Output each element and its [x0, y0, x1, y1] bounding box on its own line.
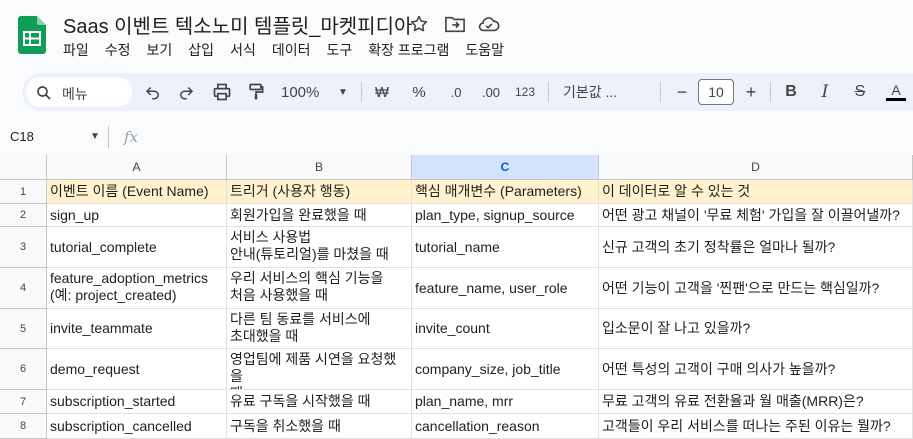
fx-icon: fx	[124, 128, 139, 146]
increase-decimal-button[interactable]: .00	[478, 81, 504, 103]
formula-input[interactable]	[150, 126, 890, 148]
cell-a[interactable]: sign_up	[47, 204, 227, 227]
cell-a[interactable]: invite_teammate	[47, 309, 227, 349]
cell-b[interactable]: 서비스 사용법 안내(튜토리얼)를 마쳤을 때	[227, 227, 412, 268]
currency-button[interactable]: ₩	[372, 81, 392, 103]
cell-d[interactable]: 어떤 광고 채널이 '무료 체험' 가입을 잘 이끌어낼까?	[599, 204, 913, 227]
column-header-d[interactable]: D	[599, 155, 913, 180]
decrease-decimal-label: .0	[450, 84, 462, 100]
cell-b[interactable]: 회원가입을 완료했을 때	[227, 204, 412, 227]
menu-format[interactable]: 서식	[230, 40, 256, 60]
cell-b[interactable]: 다른 팀 동료를 서비스에 초대했을 때	[227, 309, 412, 349]
menu-insert[interactable]: 삽입	[188, 40, 214, 60]
row-header[interactable]: 1	[0, 180, 47, 204]
row-header[interactable]: 2	[0, 204, 47, 227]
name-box[interactable]: C18	[10, 129, 34, 144]
toolbar-divider	[660, 82, 661, 102]
font-size-increase-icon[interactable]: +	[741, 81, 761, 103]
menu-edit[interactable]: 수정	[105, 40, 131, 60]
zoom-select[interactable]: 100%	[281, 81, 331, 103]
strikethrough-button[interactable]: S	[850, 81, 870, 103]
row-header[interactable]: 4	[0, 268, 47, 309]
print-icon[interactable]	[210, 81, 234, 103]
bold-button[interactable]: B	[781, 81, 801, 103]
cell-a[interactable]: subscription_cancelled	[47, 414, 227, 439]
text-color-swatch	[886, 98, 906, 101]
move-folder-icon[interactable]	[444, 14, 466, 36]
header-cell-a[interactable]: 이벤트 이름 (Event Name)	[47, 180, 227, 204]
cell-a[interactable]: demo_request	[47, 349, 227, 390]
cell-c[interactable]: plan_name, mrr	[412, 390, 599, 414]
menu-view[interactable]: 보기	[147, 40, 173, 60]
cell-b[interactable]: 우리 서비스의 핵심 기능을 처음 사용했을 때	[227, 268, 412, 309]
cell-d[interactable]: 어떤 기능이 고객을 '찐팬'으로 만드는 핵심일까?	[599, 268, 913, 309]
cell-a[interactable]: feature_adoption_metrics (예: project_cre…	[47, 268, 227, 309]
header-cell-c[interactable]: 핵심 매개변수 (Parameters)	[412, 180, 599, 204]
cell-d[interactable]: 어떤 특성의 고객이 구매 의사가 높을까?	[599, 349, 913, 390]
column-header-c[interactable]: C	[412, 155, 599, 180]
cell-d[interactable]: 고객들이 우리 서비스를 떠나는 주된 이유는 뭘까?	[599, 414, 913, 439]
text-color-label: A	[891, 82, 901, 98]
menu-data[interactable]: 데이터	[272, 40, 311, 60]
toolbar-divider	[548, 82, 549, 102]
increase-decimal-label: .00	[481, 84, 501, 100]
name-box-caret-icon[interactable]: ▼	[90, 131, 100, 142]
star-icon[interactable]	[409, 14, 431, 36]
toolbar-divider	[770, 82, 771, 102]
italic-button[interactable]: I	[815, 81, 835, 103]
cell-c[interactable]: tutorial_name	[412, 227, 599, 268]
redo-icon[interactable]	[175, 81, 197, 103]
cell-a[interactable]: tutorial_complete	[47, 227, 227, 268]
font-select[interactable]: 기본값 ...	[563, 81, 653, 103]
toolbar-divider	[361, 82, 362, 102]
paint-format-icon[interactable]	[244, 81, 268, 103]
header-cell-b[interactable]: 트리거 (사용자 행동)	[227, 180, 412, 204]
cell-c[interactable]: plan_type, signup_source	[412, 204, 599, 227]
decrease-decimal-button[interactable]: .0	[443, 81, 469, 103]
percent-button[interactable]: %	[409, 81, 429, 103]
row-header[interactable]: 8	[0, 414, 47, 439]
document-title[interactable]: Saas 이벤트 텍소노미 템플릿_마켓피디아	[63, 10, 412, 39]
cell-c[interactable]: cancellation_reason	[412, 414, 599, 439]
number-format-button[interactable]: 123	[512, 81, 538, 103]
cell-a[interactable]: subscription_started	[47, 390, 227, 414]
zoom-value: 100%	[281, 83, 320, 101]
cell-c[interactable]: company_size, job_title	[412, 349, 599, 390]
text-color-button[interactable]: A	[885, 81, 907, 103]
cell-b[interactable]: 영업팀에 제품 시연을 요청했을 때	[227, 349, 412, 390]
cell-d[interactable]: 신규 고객의 초기 정착률은 얼마나 될까?	[599, 227, 913, 268]
menu-bar: 파일 수정 보기 삽입 서식 데이터 도구 확장 프로그램 도움말	[63, 40, 520, 60]
menu-search-label: 메뉴	[62, 86, 88, 102]
font-size-decrease-icon[interactable]: −	[672, 81, 692, 103]
header-cell-d[interactable]: 이 데이터로 알 수 있는 것	[599, 180, 913, 204]
row-header[interactable]: 7	[0, 390, 47, 414]
cell-d[interactable]: 무료 고객의 유료 전환율과 월 매출(MRR)은?	[599, 390, 913, 414]
formula-divider	[108, 126, 109, 148]
menu-help[interactable]: 도움말	[465, 40, 504, 60]
sheets-logo-icon[interactable]	[18, 16, 46, 54]
cell-b[interactable]: 유료 구독을 시작했을 때	[227, 390, 412, 414]
search-icon	[35, 84, 53, 102]
menu-file[interactable]: 파일	[63, 40, 89, 60]
cloud-saved-icon[interactable]	[478, 14, 500, 36]
select-all-corner[interactable]	[0, 155, 47, 180]
cell-d[interactable]: 입소문이 잘 나고 있을까?	[599, 309, 913, 349]
row-header[interactable]: 3	[0, 227, 47, 268]
zoom-caret-icon[interactable]: ▼	[336, 81, 350, 103]
font-size-input[interactable]: 10	[698, 79, 734, 105]
column-header-b[interactable]: B	[227, 155, 412, 180]
cell-c[interactable]: invite_count	[412, 309, 599, 349]
row-header[interactable]: 5	[0, 309, 47, 349]
undo-icon[interactable]	[142, 81, 164, 103]
cell-c[interactable]: feature_name, user_role	[412, 268, 599, 309]
cell-b[interactable]: 구독을 취소했을 때	[227, 414, 412, 439]
column-header-a[interactable]: A	[47, 155, 227, 180]
row-header[interactable]: 6	[0, 349, 47, 390]
menu-tools[interactable]: 도구	[326, 40, 352, 60]
menu-extensions[interactable]: 확장 프로그램	[368, 40, 449, 60]
